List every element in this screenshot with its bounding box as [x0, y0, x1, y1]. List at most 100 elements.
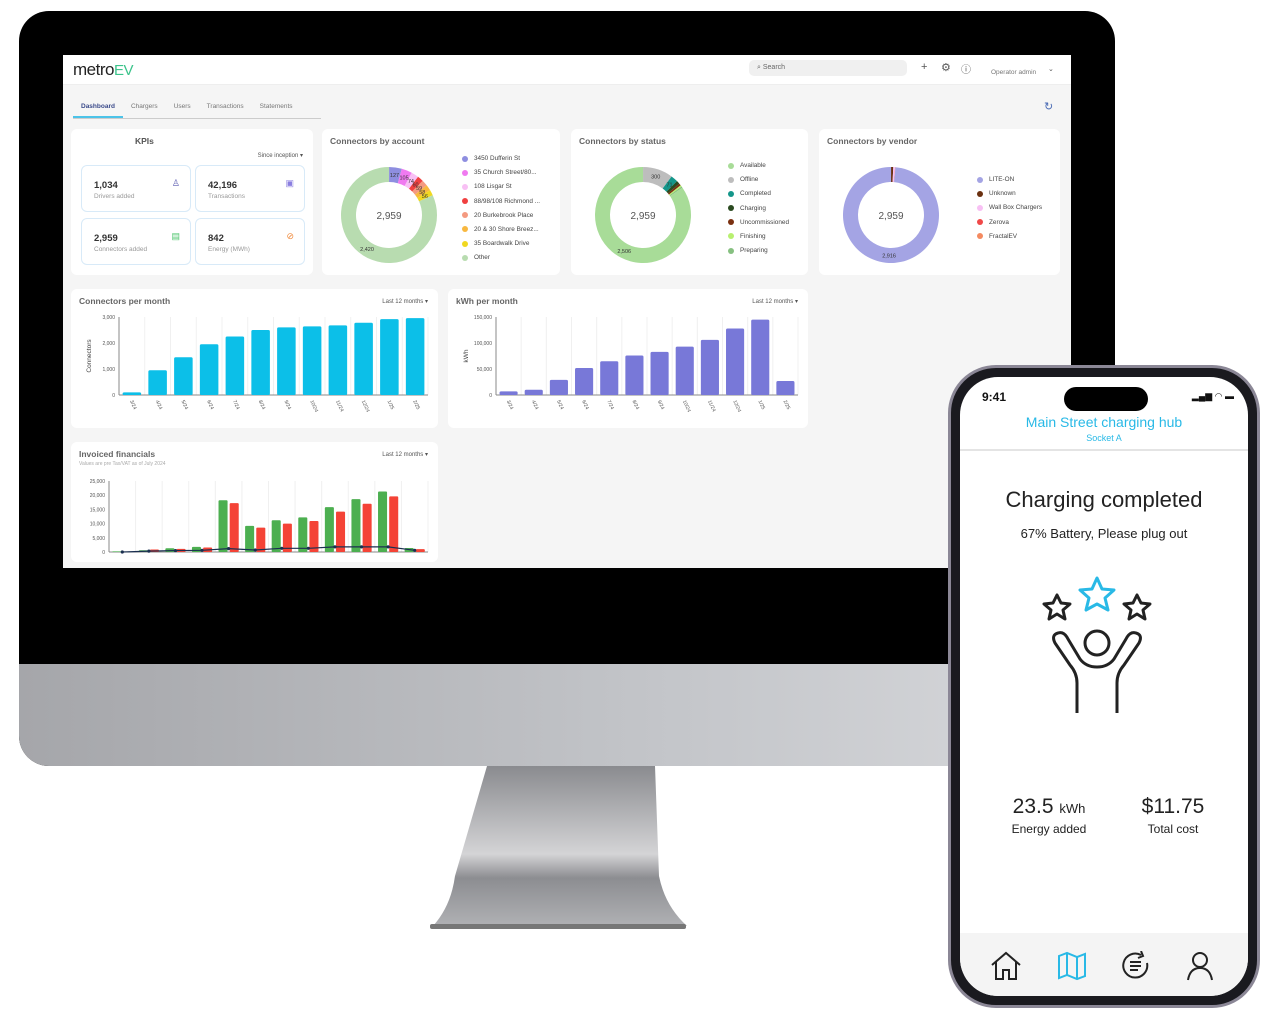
y-axis-label: Connectors	[86, 339, 93, 373]
status-time: 9:41	[982, 390, 1007, 404]
legend-item[interactable]: 88/98/108 Richmond ...	[462, 198, 540, 212]
connectors-per-month-card: Connectors per month Last 12 months ▾ 0 1…	[71, 289, 438, 428]
y-tick-label: 2,000	[102, 341, 115, 347]
tab-transactions[interactable]: Transactions	[199, 100, 252, 118]
bar	[251, 330, 270, 395]
tab-statements[interactable]: Statements	[252, 100, 301, 118]
chart-title: Invoiced financials	[79, 449, 156, 459]
x-tick-label: 5/24	[180, 399, 190, 411]
legend-item[interactable]: FractalEV	[977, 233, 1042, 247]
user-icon: ♙	[171, 178, 180, 188]
logo[interactable]: metroEV	[73, 60, 133, 80]
bar-red	[415, 549, 425, 552]
range-dropdown[interactable]: Last 12 months ▾	[382, 451, 428, 458]
bar-green	[324, 507, 334, 552]
connectors-by-account-card: Connectors by account 127 105 74 60 59 58 56 2,…	[322, 129, 560, 275]
x-tick-label: 12/24	[360, 399, 371, 413]
bar-green	[191, 546, 201, 552]
slice-label: 127	[390, 173, 399, 179]
legend-item[interactable]: Other	[462, 254, 540, 268]
bar-red	[336, 511, 346, 552]
x-tick-label: 9/24	[656, 399, 666, 411]
legend-item[interactable]: Uncommissioned	[728, 219, 789, 233]
celebration-icon	[1042, 576, 1152, 713]
legend-item[interactable]: Finishing	[728, 233, 789, 247]
home-icon[interactable]	[990, 951, 1022, 981]
x-tick-label: 11/24	[334, 399, 345, 413]
bar	[328, 325, 348, 395]
legend-item[interactable]: LITE-ON	[977, 176, 1042, 190]
search-input[interactable]: ⌕ Search	[749, 60, 907, 76]
user-menu[interactable]: Operator admin	[991, 69, 1036, 76]
legend-item[interactable]: Offline	[728, 176, 789, 190]
y-tick-label: 15,000	[90, 507, 106, 513]
x-tick-label: 2/25	[782, 399, 792, 411]
slice-label: 2,506	[617, 249, 631, 255]
line-point	[386, 545, 390, 549]
tab-users[interactable]: Users	[166, 100, 199, 118]
profile-icon[interactable]	[1186, 951, 1214, 981]
y-tick-label: 0	[489, 393, 492, 399]
divider	[960, 449, 1248, 451]
bar-chart: 0 1,000 2,000 3,000 Connectors 3/24 4/24 5/24 6/…	[86, 315, 429, 413]
x-tick-label: 8/24	[257, 399, 267, 411]
kpi-range-dropdown[interactable]: Since inception ▾	[258, 152, 303, 159]
legend-swatch	[977, 204, 983, 211]
legend-item[interactable]: Available	[728, 162, 789, 176]
tab-dashboard[interactable]: Dashboard	[73, 100, 123, 118]
legend-item[interactable]: 35 Church Street/80...	[462, 169, 540, 183]
legend-swatch	[728, 219, 734, 226]
invoiced-financials-card: Invoiced financials Values are pre Tax/V…	[71, 442, 438, 562]
legend-swatch	[728, 247, 734, 254]
chart-title: Connectors per month	[79, 296, 171, 306]
chart-legend: LITE-ON Unknown Wall Box Chargers Zerova Fra…	[977, 176, 1042, 247]
legend-item[interactable]: Unknown	[977, 190, 1042, 204]
bar	[380, 319, 399, 395]
legend-item[interactable]: Completed	[728, 190, 789, 204]
legend-item[interactable]: Preparing	[728, 247, 789, 261]
legend-item[interactable]: Charging	[728, 205, 789, 219]
bolt-icon: ⊘	[286, 231, 294, 241]
chevron-down-icon[interactable]: ⌄	[1048, 65, 1054, 73]
legend-swatch	[462, 240, 468, 247]
cost-stat: $11.75 Total cost	[1141, 795, 1205, 836]
legend-swatch	[728, 190, 734, 197]
help-icon[interactable]: ⓘ	[961, 61, 971, 76]
x-tick-label: 9/24	[283, 399, 293, 411]
kwh-per-month-card: kWh per month Last 12 months ▾ 0 50,000 10…	[448, 289, 808, 428]
range-dropdown[interactable]: Last 12 months ▾	[752, 298, 798, 305]
legend-item[interactable]: Zerova	[977, 219, 1042, 233]
x-tick-label: 2/25	[411, 399, 421, 411]
range-dropdown[interactable]: Last 12 months ▾	[382, 298, 428, 305]
gear-icon[interactable]: ⚙	[941, 61, 951, 74]
legend-item[interactable]: 108 Lisgar St	[462, 183, 540, 197]
history-icon[interactable]	[1121, 951, 1151, 981]
bottom-nav	[960, 933, 1248, 996]
legend-item[interactable]: 20 & 30 Shore Breez...	[462, 226, 540, 240]
bar	[600, 361, 619, 395]
chart-legend: Available Offline Completed Charging Uncommi…	[728, 162, 789, 261]
plug-icon: ▤	[171, 231, 180, 241]
bar-green	[351, 499, 361, 552]
kpi-energy: 842 Energy (MWh) ⊘	[195, 218, 305, 265]
plus-icon[interactable]: +	[921, 61, 927, 73]
legend-item[interactable]: Wall Box Chargers	[977, 204, 1042, 218]
bar	[625, 355, 644, 395]
map-icon[interactable]	[1057, 951, 1087, 981]
legend-swatch	[462, 226, 468, 233]
bar	[405, 318, 425, 395]
donut-total: 2,959	[630, 211, 655, 222]
bar-green	[298, 517, 308, 552]
dashboard-screen: metroEV ⌕ Search + ⚙ ⓘ Operator admin ⌄ …	[63, 55, 1071, 568]
x-tick-label: 1/25	[756, 399, 766, 411]
legend-item[interactable]: 35 Boardwalk Drive	[462, 240, 540, 254]
nav-tabs: Dashboard Chargers Users Transactions St…	[73, 100, 321, 119]
x-tick-label: 3/24	[128, 399, 138, 411]
legend-item[interactable]: 3450 Dufferin St	[462, 155, 540, 169]
tab-chargers[interactable]: Chargers	[123, 100, 166, 118]
phone-screen: 9:41 ▂▄▆ ◠ ▬ Main Street charging hub So…	[960, 377, 1248, 996]
refresh-icon[interactable]: ↻	[1044, 100, 1053, 113]
legend-item[interactable]: 20 Burkebrook Place	[462, 212, 540, 226]
bar	[575, 367, 594, 395]
bar	[225, 336, 245, 395]
